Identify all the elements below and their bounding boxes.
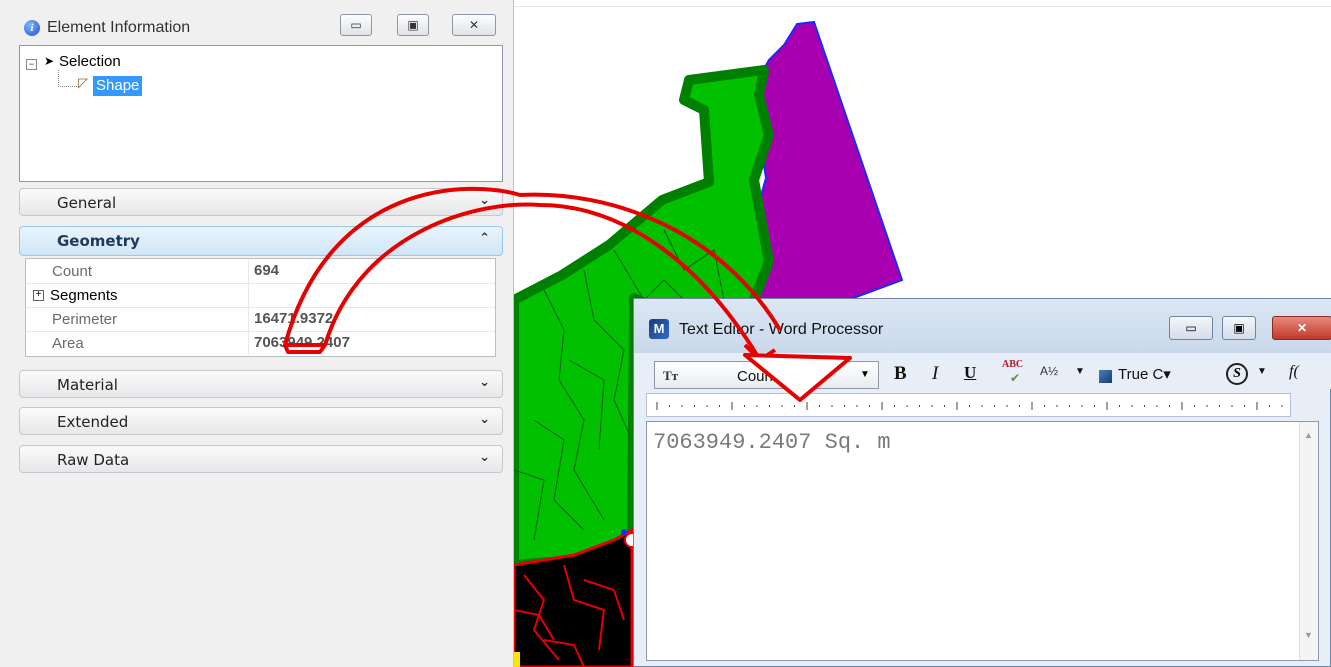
section-general[interactable]: General ⌄ <box>19 188 503 216</box>
property-row-perimeter[interactable]: Perimeter 16471.9372 <box>26 307 495 332</box>
section-extended-label: Extended <box>57 413 129 431</box>
chevron-down-icon: ⌄ <box>479 193 490 208</box>
section-geometry-label: Geometry <box>57 232 140 250</box>
scroll-down-arrow-icon[interactable]: ▼ <box>1304 630 1313 640</box>
text-ruler[interactable] <box>646 393 1291 417</box>
close-button[interactable]: ✕ <box>452 14 496 36</box>
map-marker-blue <box>621 529 627 535</box>
font-select[interactable]: Tт Courier New ▼ <box>654 361 879 389</box>
tree-node-shape[interactable]: Shape <box>93 76 143 96</box>
section-raw-data-label: Raw Data <box>57 451 130 469</box>
grid-divider <box>248 283 249 307</box>
chevron-down-icon: ⌄ <box>479 412 490 427</box>
expand-plus-icon[interactable]: + <box>33 290 44 301</box>
dropdown-arrow-icon[interactable]: ▼ <box>1075 366 1085 377</box>
editor-text-content[interactable]: 7063949.2407 Sq. m <box>653 430 891 455</box>
underline-button[interactable]: U <box>964 363 976 383</box>
ruler-ticks <box>656 402 1283 410</box>
grid-divider <box>248 307 249 331</box>
text-editor-titlebar[interactable]: M Text Editor - Word Processor ▭ ▣ ✕ <box>634 299 1331 353</box>
bold-button[interactable]: B <box>894 363 907 385</box>
chevron-down-icon: ⌄ <box>479 450 490 465</box>
section-material[interactable]: Material ⌄ <box>19 370 503 398</box>
dropdown-arrow-icon: ▼ <box>860 369 870 380</box>
scroll-up-arrow-icon[interactable]: ▲ <box>1304 430 1313 440</box>
italic-button[interactable]: I <box>932 363 938 385</box>
shape-icon: ◸ <box>78 75 88 90</box>
text-editor-maximize-button[interactable]: ▣ <box>1222 316 1256 340</box>
property-value: 7063949.2407 <box>254 334 350 351</box>
section-raw-data[interactable]: Raw Data ⌄ <box>19 445 503 473</box>
property-row-segments[interactable]: + Segments <box>26 283 495 308</box>
text-editor-minimize-button[interactable]: ▭ <box>1169 316 1213 340</box>
geometry-property-grid: Count 694 + Segments Perimeter 16471.937… <box>25 258 496 357</box>
property-value: 16471.9372 <box>254 310 334 327</box>
text-editor-title: Text Editor - Word Processor <box>679 321 884 338</box>
section-material-label: Material <box>57 376 118 394</box>
color-swatch-icon <box>1099 370 1112 383</box>
fraction-button[interactable]: A½ <box>1040 364 1058 378</box>
element-information-panel: i Element Information ▭ ▣ ✕ − ➤ Selectio… <box>0 0 514 667</box>
map-marker-yellow <box>514 652 520 667</box>
map-shape-purple[interactable] <box>748 20 904 337</box>
text-editor-toolbar: Tт Courier New ▼ B I U ABC ✔ A½ ▼ True C… <box>634 353 1331 389</box>
tree-node-selection[interactable]: Selection <box>59 53 121 70</box>
text-editing-area[interactable]: 7063949.2407 Sq. m ▲ ▼ <box>646 421 1319 661</box>
vertical-scrollbar[interactable]: ▲ ▼ <box>1299 422 1318 660</box>
color-select-label: True C <box>1118 366 1164 383</box>
chevron-down-icon: ⌄ <box>479 375 490 390</box>
minimize-button[interactable]: ▭ <box>340 14 372 36</box>
text-editor-close-button[interactable]: ✕ <box>1272 316 1331 340</box>
collapse-toggle-icon[interactable]: − <box>26 59 37 70</box>
section-general-label: General <box>57 194 117 212</box>
grid-divider <box>248 259 249 283</box>
property-label: Segments <box>50 287 118 304</box>
property-row-count[interactable]: Count 694 <box>26 259 495 284</box>
color-select[interactable]: True C▾ <box>1118 365 1171 383</box>
checkmark-icon: ✔ <box>1010 371 1021 385</box>
font-name: Courier New <box>737 368 821 385</box>
maximize-button[interactable]: ▣ <box>397 14 429 36</box>
panel-title: Element Information <box>47 19 191 36</box>
section-geometry[interactable]: Geometry ⌃ <box>19 226 503 256</box>
spell-check-button[interactable]: ABC <box>1002 359 1023 370</box>
info-icon: i <box>24 20 40 36</box>
dropdown-arrow-icon[interactable]: ▼ <box>1257 366 1267 377</box>
text-editor-window: M Text Editor - Word Processor ▭ ▣ ✕ Tт … <box>633 298 1331 667</box>
function-button[interactable]: f( <box>1289 363 1299 381</box>
property-label: Perimeter <box>52 311 118 328</box>
property-label: Area <box>52 335 84 352</box>
property-label: Count <box>52 263 93 280</box>
section-extended[interactable]: Extended ⌄ <box>19 407 503 435</box>
property-row-area[interactable]: Area 7063949.2407 <box>26 331 495 355</box>
microstation-app-icon: M <box>649 319 669 339</box>
chevron-up-icon: ⌃ <box>479 231 490 246</box>
selection-tree: − ➤ Selection ◸ Shape <box>19 45 503 182</box>
grid-divider <box>248 331 249 355</box>
property-value: 694 <box>254 262 280 279</box>
truetype-font-icon: Tт <box>663 368 679 383</box>
tree-connector-line <box>58 70 77 87</box>
panel-titlebar: i Element Information ▭ ▣ ✕ <box>0 0 513 40</box>
pointer-arrow-icon: ➤ <box>44 54 55 68</box>
text-style-button[interactable]: S <box>1226 363 1248 385</box>
